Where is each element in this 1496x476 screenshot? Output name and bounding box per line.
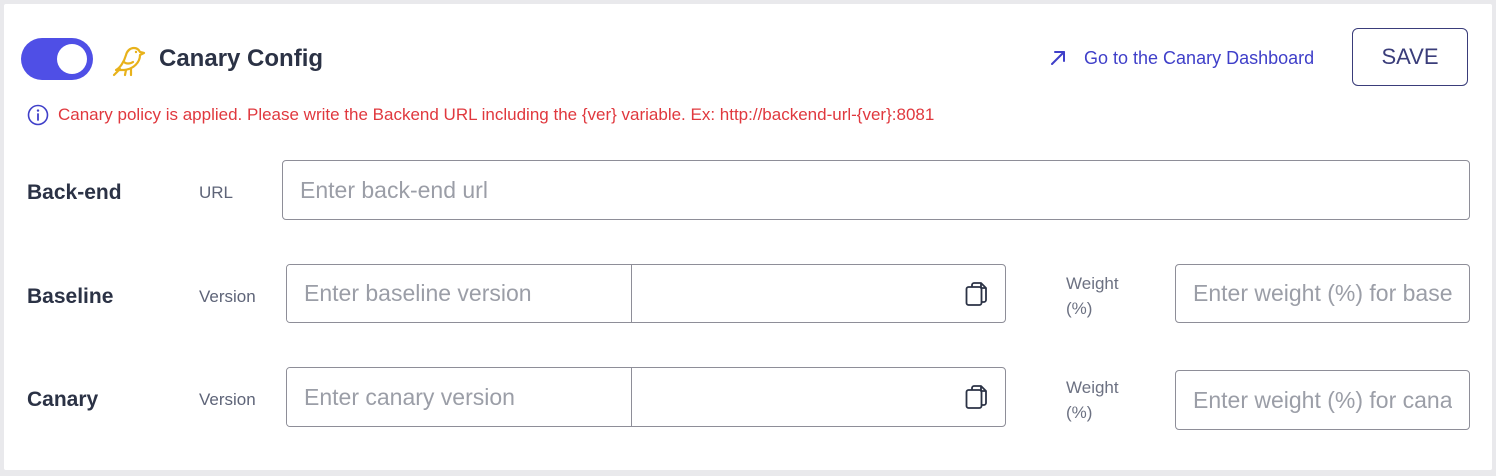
backend-url-input[interactable] [282, 160, 1470, 220]
canary-version-field [286, 367, 1006, 427]
weight-label-line2: (%) [1066, 299, 1093, 318]
info-icon [27, 104, 49, 126]
toggle-knob [57, 44, 87, 74]
baseline-version-field [286, 264, 1006, 323]
canary-dashboard-link[interactable]: Go to the Canary Dashboard [1048, 44, 1314, 72]
canary-weight-input[interactable] [1175, 370, 1470, 430]
copy-icon[interactable] [965, 282, 987, 306]
baseline-version-preview [632, 265, 1005, 322]
save-button[interactable]: SAVE [1352, 28, 1468, 86]
baseline-label: Baseline [27, 285, 114, 308]
canary-version-label: Version [199, 390, 256, 409]
canary-toggle[interactable] [21, 38, 93, 80]
canary-label: Canary [27, 388, 99, 411]
canary-version-input[interactable] [287, 368, 632, 426]
baseline-weight-input[interactable] [1175, 264, 1470, 323]
weight-label-line1: Weight [1066, 378, 1119, 397]
canary-policy-notice: Canary policy is applied. Please write t… [27, 104, 934, 126]
baseline-version-input[interactable] [287, 265, 632, 322]
dashboard-link-label: Go to the Canary Dashboard [1084, 47, 1315, 68]
canary-version-preview [632, 368, 1005, 426]
bird-icon [112, 46, 146, 77]
copy-icon[interactable] [965, 385, 987, 409]
page-title: Canary Config [159, 45, 324, 72]
url-label: URL [199, 183, 234, 202]
baseline-version-label: Version [199, 287, 256, 306]
weight-label-line1: Weight [1066, 274, 1119, 293]
weight-label-line2: (%) [1066, 403, 1093, 422]
canary-weight-label: Weight (%) [1066, 375, 1146, 425]
baseline-weight-label: Weight (%) [1066, 271, 1146, 321]
notice-text: Canary policy is applied. Please write t… [58, 105, 935, 124]
canary-config-card: Canary Config Go to the Canary Dashboard… [4, 4, 1492, 470]
backend-label: Back-end [27, 181, 122, 204]
arrow-up-right-icon [1051, 51, 1065, 65]
